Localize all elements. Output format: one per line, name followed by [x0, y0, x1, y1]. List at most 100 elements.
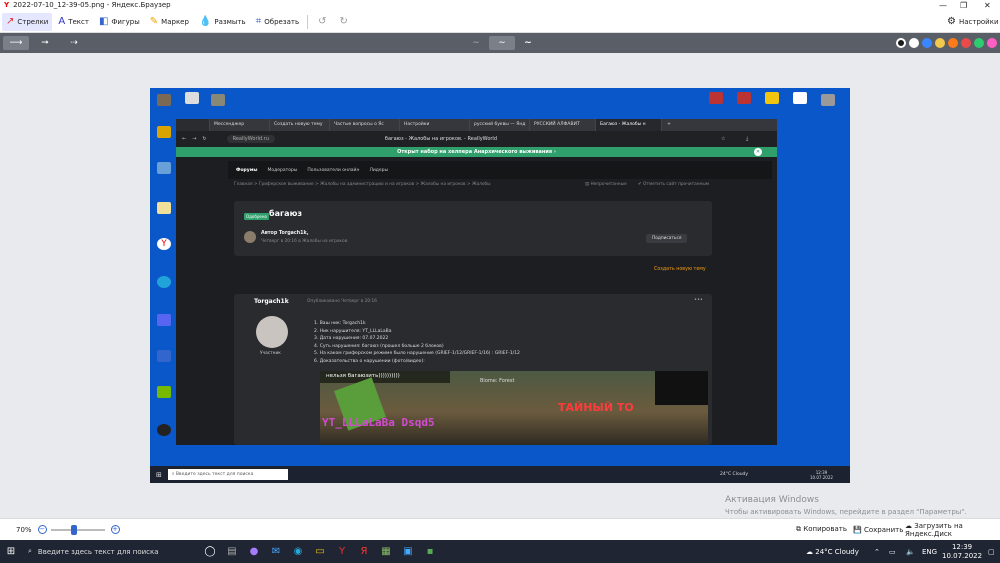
- crop-tool[interactable]: ⌗ Обрезать: [252, 13, 303, 31]
- volume-icon[interactable]: 🔈: [906, 548, 915, 556]
- breadcrumb[interactable]: Главная > Гриферское выживание > Жалобы …: [234, 182, 491, 187]
- color-swatch[interactable]: [896, 38, 906, 48]
- color-swatch[interactable]: [948, 38, 958, 48]
- url-field[interactable]: ReallyWorld.ru: [226, 135, 275, 143]
- desktop-icon: [154, 94, 174, 107]
- more-icon[interactable]: •••: [694, 297, 703, 303]
- game-screenshot: нельзя багаюзить)))))))))) Biome: Forest…: [320, 371, 708, 445]
- reload-icon[interactable]: ↻: [202, 136, 206, 142]
- arrow-style-thick-button[interactable]: ➞: [32, 36, 58, 50]
- subscribe-button[interactable]: Подписаться: [646, 234, 688, 243]
- zoom-out-button[interactable]: −: [37, 525, 47, 534]
- announcement-banner[interactable]: Открыт набор на хелпера Анархического вы…: [176, 147, 777, 157]
- taskbar-search[interactable]: ⌕ Введите здесь текст для поиска: [22, 542, 192, 561]
- post-line: 3. Дата нарушения: 07.07.2022: [314, 336, 389, 341]
- forward-icon[interactable]: →: [192, 136, 196, 142]
- blur-tool[interactable]: 💧 Размыть: [195, 13, 250, 31]
- unread-link[interactable]: ▤ Непрочитанные: [585, 182, 627, 187]
- maximize-icon[interactable]: ❐: [960, 0, 967, 11]
- color-swatch[interactable]: [922, 38, 932, 48]
- tab-active[interactable]: Багаюз - Жалобы н: [596, 119, 662, 131]
- arrow-style-thin-button[interactable]: ⟶: [3, 36, 29, 50]
- save-button[interactable]: 💾 Сохранить: [853, 526, 903, 534]
- post-line: 1. Ваш ник: Torgach1k: [314, 321, 366, 326]
- back-icon[interactable]: ←: [182, 136, 186, 142]
- photos-icon[interactable]: ▣: [400, 544, 416, 560]
- zoom-slider-handle[interactable]: [70, 524, 77, 535]
- language-indicator[interactable]: ENG: [922, 548, 937, 556]
- copy-button[interactable]: ⧉ Копировать: [796, 525, 847, 534]
- post-date: Опубликовано Четверг в 20:16: [307, 299, 378, 304]
- shapes-tool[interactable]: ◧ Фигуры: [95, 13, 144, 31]
- upload-disk-button[interactable]: ☁ Загрузить на Яндекс.Диск: [905, 522, 1000, 538]
- gear-icon: ⚙: [947, 16, 956, 27]
- tab[interactable]: РУССКИЙ АЛФАВИТ: [530, 119, 596, 131]
- poster-name[interactable]: Torgach1k: [254, 298, 289, 305]
- forum-page: Форумы Модераторы Пользователи онлайн Ли…: [176, 157, 777, 445]
- yandex-icon[interactable]: Я: [356, 544, 372, 560]
- line-thin-button[interactable]: ∼: [463, 36, 489, 50]
- edge-icon[interactable]: ◉: [290, 544, 306, 560]
- clock[interactable]: 12:39 10.07.2022: [942, 543, 982, 561]
- author-meta: Четверг в 20:16 в Жалобы на игроков.: [261, 239, 349, 244]
- forum-nav: Форумы Модераторы Пользователи онлайн Ли…: [228, 161, 772, 179]
- close-icon[interactable]: ✕: [984, 0, 991, 11]
- tab[interactable]: Мессенджер: [210, 119, 270, 131]
- alice-icon[interactable]: ●: [246, 544, 262, 560]
- new-topic-link[interactable]: Создать новую тему: [654, 267, 706, 272]
- mark-read-link[interactable]: ✔ Отметить сайт прочитанным: [638, 182, 709, 187]
- marker-tool[interactable]: ✎ Маркер: [146, 13, 193, 31]
- nav-moderators[interactable]: Модераторы: [267, 168, 297, 173]
- tab[interactable]: русский буквы — Янд: [470, 119, 530, 131]
- new-tab-icon[interactable]: +: [662, 119, 676, 131]
- tray-chevron-icon[interactable]: ⌃: [874, 548, 880, 556]
- explorer-icon[interactable]: ▭: [312, 544, 328, 560]
- taskbar-app-icon[interactable]: ▤: [224, 544, 240, 560]
- game-chat-text: нельзя багаюзить)))))))))): [326, 373, 400, 379]
- redo-button[interactable]: ↻: [335, 13, 354, 31]
- mail-icon[interactable]: ✉: [268, 544, 284, 560]
- minecraft-icon[interactable]: ▦: [378, 544, 394, 560]
- tab[interactable]: Создать новую тему: [270, 119, 330, 131]
- nav-leaders[interactable]: Лидеры: [369, 168, 388, 173]
- avatar: [244, 231, 256, 243]
- yandex-browser-icon[interactable]: Y: [334, 544, 350, 560]
- post-line: 2. Ник нарушителя: YT_LLLaLaBa: [314, 328, 392, 334]
- line-medium-button[interactable]: ∼: [489, 36, 515, 50]
- minimize-icon[interactable]: —: [939, 0, 947, 11]
- nav-online[interactable]: Пользователи онлайн: [307, 168, 359, 173]
- game-biome-text: Biome: Forest: [480, 378, 515, 384]
- toolbar-divider: [307, 14, 309, 29]
- arrow-style-dashed-button[interactable]: ⇢: [61, 36, 87, 50]
- captured-taskbar: ⊞ ⌕ Введите здесь текст для поиска 24°C …: [150, 466, 850, 483]
- text-tool[interactable]: A Текст: [54, 13, 93, 31]
- captured-weather: 24°C Cloudy: [720, 472, 749, 477]
- zoom-in-button[interactable]: +: [110, 525, 120, 534]
- close-banner-icon[interactable]: ✕: [754, 148, 762, 156]
- desktop-icon: [154, 314, 174, 327]
- color-swatch[interactable]: [909, 38, 919, 48]
- color-swatch[interactable]: [961, 38, 971, 48]
- tab[interactable]: Частые вопросы о Яс: [330, 119, 400, 131]
- author-line[interactable]: Автор Torgach1k,: [261, 231, 309, 236]
- weather-widget[interactable]: ☁ 24°C Cloudy: [806, 548, 859, 556]
- nav-forums[interactable]: Форумы: [236, 168, 257, 173]
- windows-start-icon[interactable]: ⊞: [3, 544, 19, 560]
- bookmark-icon[interactable]: ☆: [721, 136, 725, 142]
- color-swatch[interactable]: [974, 38, 984, 48]
- task-view-icon[interactable]: ◯: [202, 544, 218, 560]
- post-line: 5. На каком гриферском режиме было наруш…: [314, 351, 520, 356]
- settings-button[interactable]: ⚙ Настройки: [943, 13, 1000, 31]
- download-icon[interactable]: ⤓: [746, 136, 748, 142]
- color-swatch[interactable]: [935, 38, 945, 48]
- zoom-slider[interactable]: [50, 524, 105, 535]
- taskbar-app-icon[interactable]: ▪: [422, 544, 438, 560]
- network-icon[interactable]: ▭: [889, 548, 896, 556]
- arrows-tool[interactable]: ↗ Стрелки: [2, 12, 53, 31]
- desktop-icon: [154, 350, 174, 363]
- line-thick-button[interactable]: ∼: [515, 36, 541, 50]
- notifications-icon[interactable]: ▢: [988, 548, 995, 556]
- color-swatch[interactable]: [987, 38, 997, 48]
- undo-button[interactable]: ↺: [314, 13, 333, 31]
- tab[interactable]: Настройки: [400, 119, 470, 131]
